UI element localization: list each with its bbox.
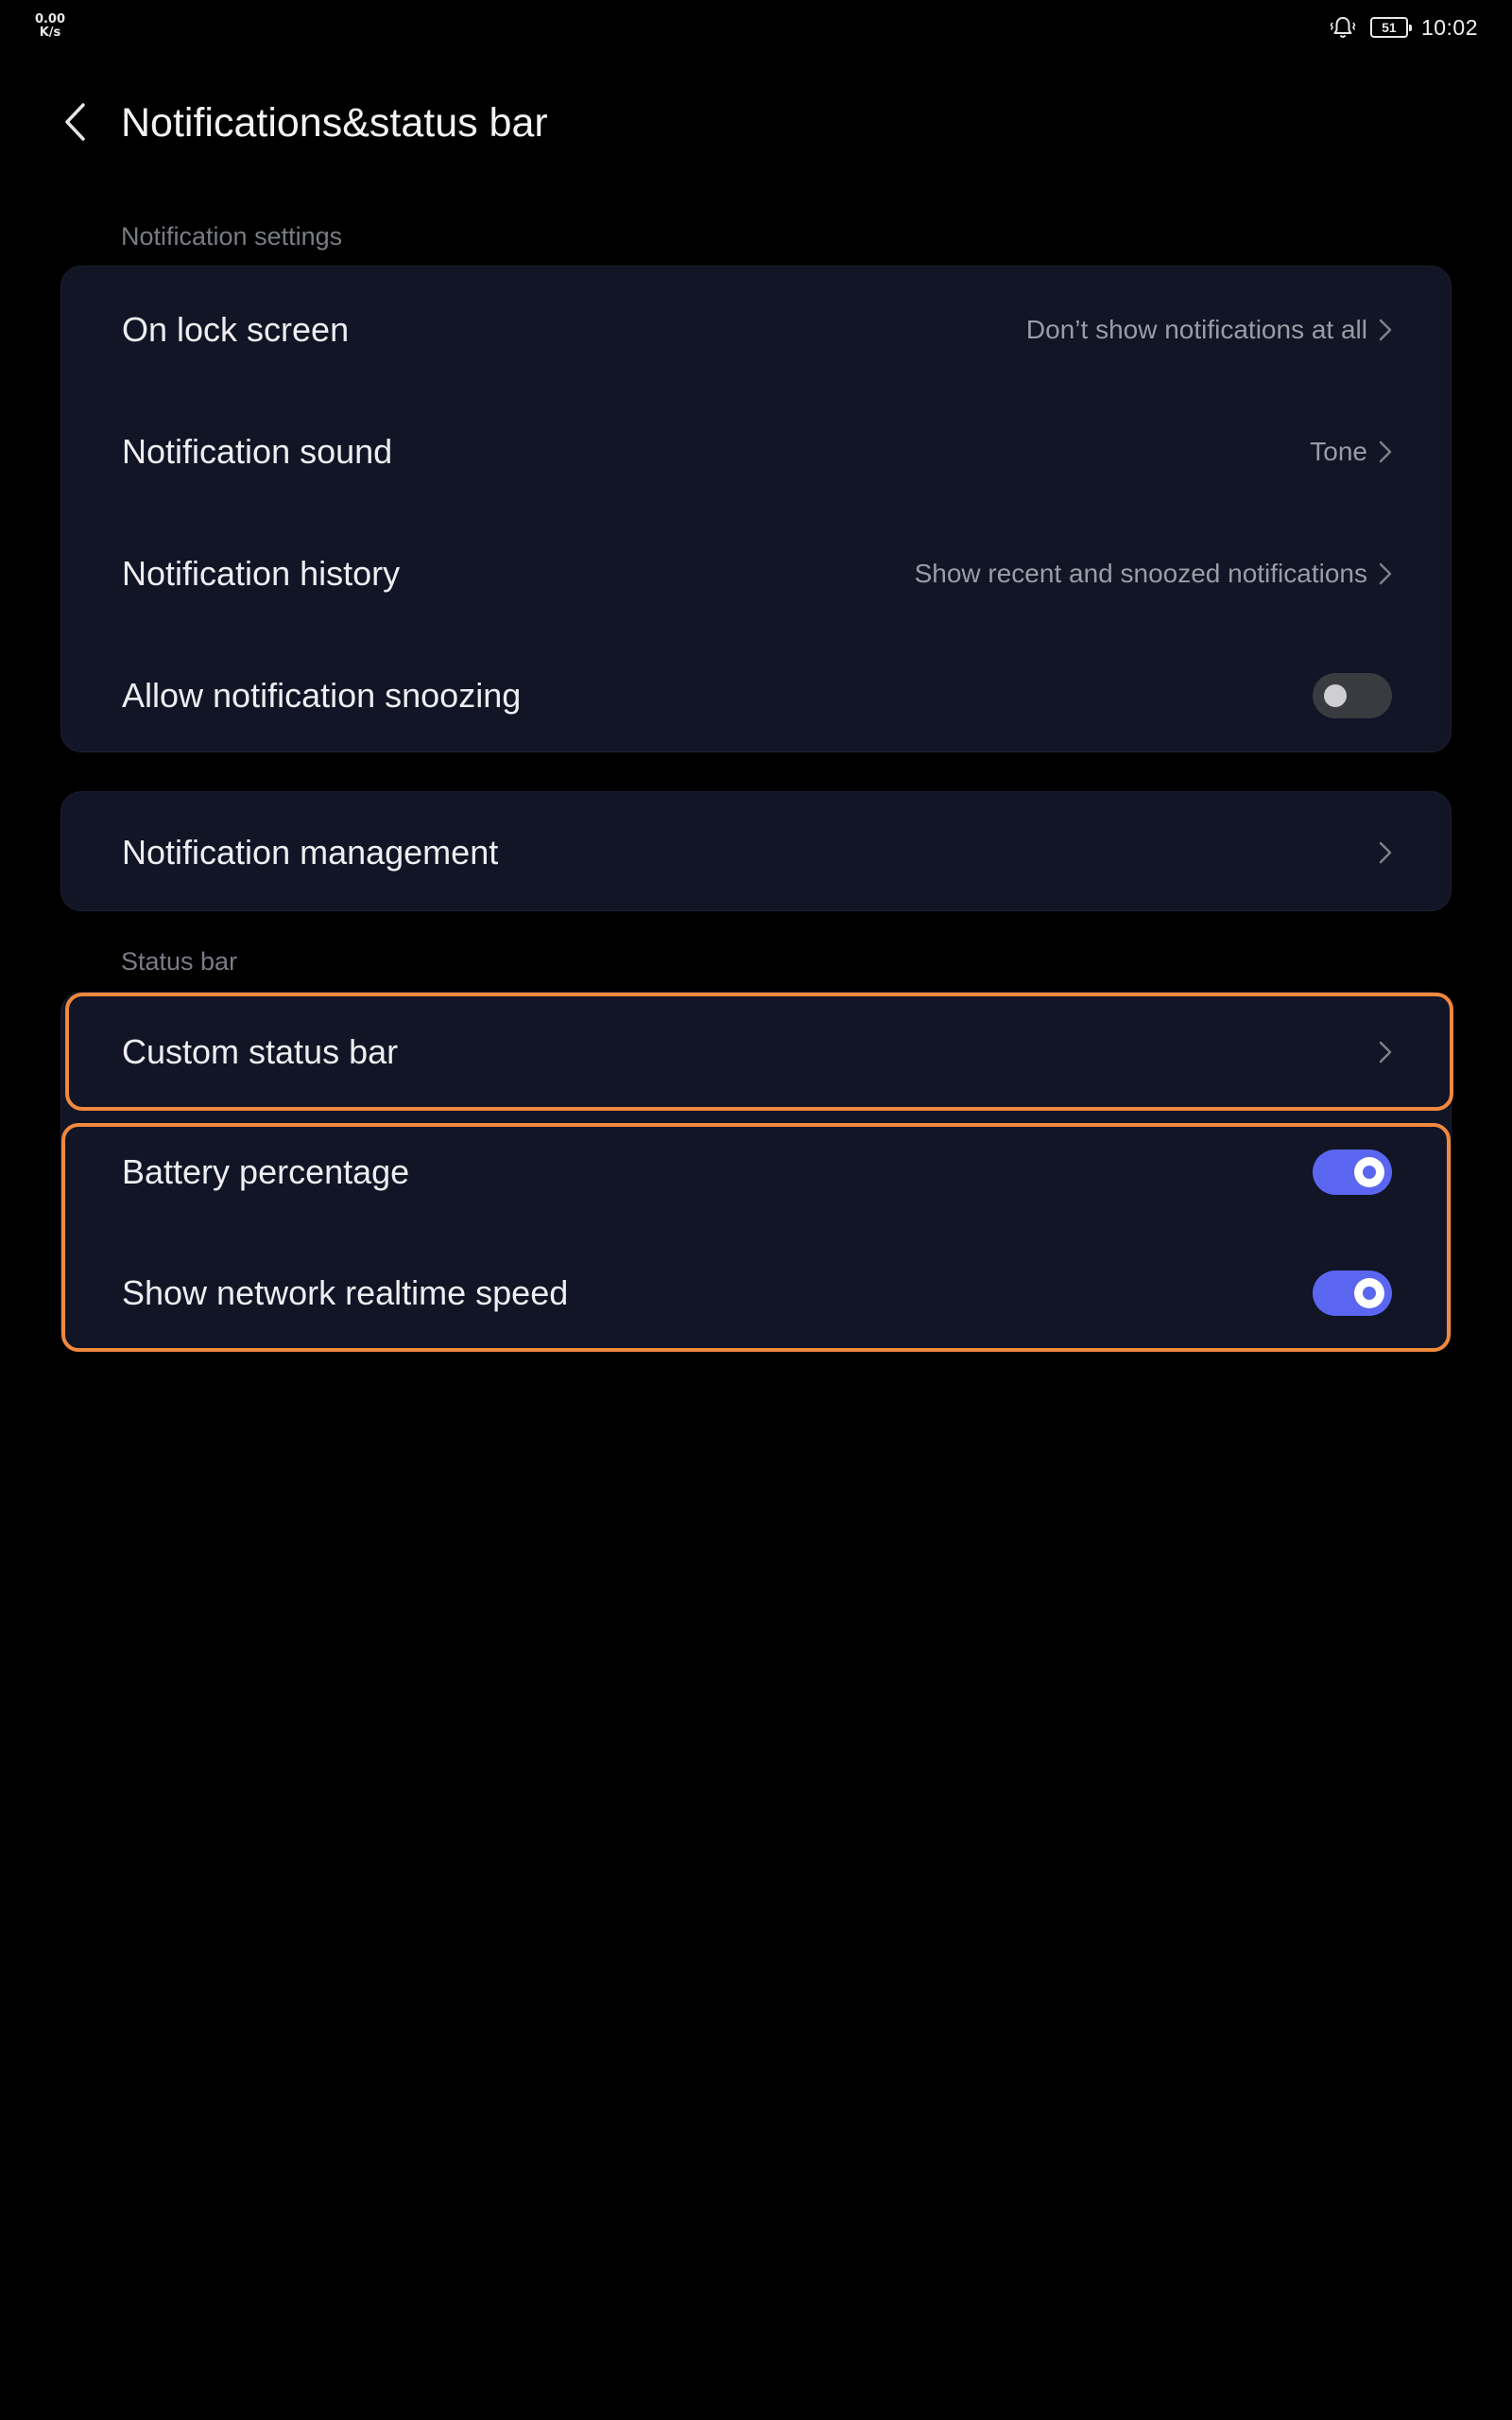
- back-button[interactable]: [51, 98, 98, 146]
- toggle-knob: [1354, 1157, 1384, 1187]
- notification-settings-card: On lock screen Don’t show notifications …: [60, 266, 1452, 752]
- notification-history-label: Notification history: [122, 553, 401, 593]
- chevron-right-icon: [1379, 1041, 1392, 1063]
- notification-sound-row[interactable]: Notification sound Tone: [61, 390, 1451, 512]
- network-speed-unit: K/s: [39, 26, 61, 40]
- on-lock-screen-row[interactable]: On lock screen Don’t show notifications …: [61, 268, 1451, 390]
- chevron-right-icon: [1379, 319, 1392, 340]
- notification-management-card: Notification management: [60, 791, 1452, 911]
- on-lock-screen-label: On lock screen: [122, 309, 350, 349]
- system-status-bar: 0.00 K/s 51 10:02: [0, 0, 1512, 55]
- network-speed-row: Show network realtime speed: [61, 1233, 1451, 1354]
- page-title: Notifications&status bar: [121, 100, 548, 146]
- custom-status-bar-label: Custom status bar: [122, 1032, 399, 1071]
- notification-management-label: Notification management: [122, 832, 499, 872]
- network-speed-value: 0.00: [34, 12, 66, 26]
- battery-percentage-row: Battery percentage: [61, 1112, 1451, 1233]
- allow-snoozing-toggle[interactable]: [1313, 672, 1392, 718]
- chevron-right-icon: [1379, 441, 1392, 462]
- chevron-right-icon: [1379, 562, 1392, 584]
- on-lock-screen-value: Don’t show notifications at all: [1025, 314, 1367, 344]
- chevron-right-icon: [1379, 841, 1392, 863]
- allow-snoozing-label: Allow notification snoozing: [122, 675, 522, 715]
- notification-sound-value: Tone: [1310, 436, 1367, 466]
- section-header-notification-settings: Notification settings: [121, 222, 343, 251]
- notification-sound-label: Notification sound: [122, 431, 393, 471]
- app-header: Notifications&status bar: [0, 85, 1512, 161]
- battery-percentage-label: Battery percentage: [122, 1152, 410, 1191]
- custom-status-bar-row[interactable]: Custom status bar: [61, 993, 1451, 1112]
- vibrate-bell-icon: [1330, 17, 1356, 38]
- status-icons: 51 10:02: [1329, 11, 1478, 43]
- network-speed-indicator: 0.00 K/s: [34, 13, 66, 40]
- section-header-status-bar: Status bar: [121, 947, 238, 976]
- network-speed-label: Show network realtime speed: [122, 1273, 569, 1312]
- battery-percentage-toggle[interactable]: [1313, 1150, 1392, 1195]
- toggle-knob: [1354, 1278, 1384, 1308]
- toggle-knob: [1324, 683, 1347, 707]
- battery-icon: 51: [1369, 17, 1412, 38]
- notification-history-row[interactable]: Notification history Show recent and sno…: [61, 512, 1451, 634]
- battery-level: 51: [1382, 20, 1397, 35]
- allow-snoozing-row: Allow notification snoozing: [61, 634, 1451, 756]
- clock: 10:02: [1420, 14, 1478, 40]
- status-bar-card: Custom status bar Battery percentage Sho…: [60, 992, 1452, 1351]
- notification-management-row[interactable]: Notification management: [61, 791, 1451, 913]
- notification-history-value: Show recent and snoozed notifications: [914, 558, 1367, 588]
- back-arrow-icon: [65, 103, 85, 141]
- network-speed-toggle[interactable]: [1313, 1270, 1392, 1316]
